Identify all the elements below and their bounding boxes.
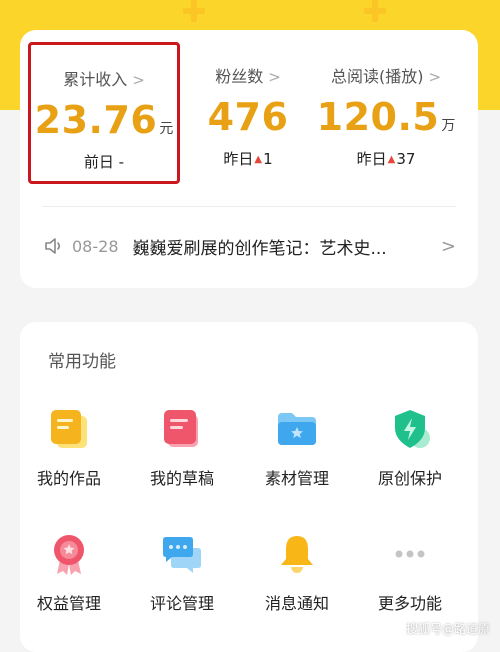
stat-total-reads[interactable]: 总阅读(播放)> 120.5万 昨日▲37 [310,40,462,185]
func-rights[interactable]: 权益管理 [14,532,124,614]
works-icon [47,407,91,451]
func-comments[interactable]: 评论管理 [127,532,237,614]
divider [42,206,456,207]
func-label: 我的作品 [14,465,124,489]
stat-followers[interactable]: 粉丝数 > 476 昨日▲1 [172,40,324,185]
func-my-drafts[interactable]: 我的草稿 [127,407,237,489]
stat-label: 粉丝数 [215,67,263,86]
stat-unit: 万 [441,118,455,134]
func-label: 评论管理 [127,590,237,614]
stat-sub-value: 37 [396,150,415,168]
trend-up-icon: ▲ [388,154,396,165]
folder-icon [275,407,319,451]
decor-plus-icon [183,0,205,22]
stat-sub-label: 前日 - [84,153,124,171]
stat-sub-value: 1 [263,150,273,168]
func-label: 权益管理 [14,590,124,614]
decor-plus-icon [364,0,386,22]
notice-row[interactable]: 08-28 巍巍爱刷展的创作笔记：艺术史... > [42,226,456,266]
shield-icon [388,407,432,451]
func-materials[interactable]: 素材管理 [242,407,352,489]
notice-date: 08-28 [72,237,119,256]
speaker-icon [42,234,66,258]
func-label: 素材管理 [242,465,352,489]
stat-label: 总阅读(播放) [331,67,424,86]
watermark: 搜狐号@路道原 [406,620,490,637]
stat-value: 476 [208,95,289,139]
func-label: 原创保护 [355,465,465,489]
badge-icon [47,532,91,576]
chevron-right-icon: > [428,68,441,86]
func-label: 我的草稿 [127,465,237,489]
drafts-icon [160,407,204,451]
chevron-right-icon: > [268,68,281,86]
func-label: 更多功能 [355,590,465,614]
func-my-works[interactable]: 我的作品 [14,407,124,489]
stat-label: 累计收入 [63,70,127,89]
func-more[interactable]: 更多功能 [355,532,465,614]
stat-sub-label: 昨日 [223,150,253,168]
notice-title: 巍巍爱刷展的创作笔记：艺术史... [133,234,431,259]
stat-value: 120.5 [317,95,440,139]
section-title: 常用功能 [48,347,116,372]
stats-card: 累计收入> 23.76元 前日 - 粉丝数> 476 昨日▲1 总阅读(播放)>… [20,30,478,288]
func-label: 消息通知 [242,590,352,614]
functions-card: 常用功能 我的作品 我的草稿 素材管理 [20,322,478,652]
func-notifications[interactable]: 消息通知 [242,532,352,614]
bell-icon [275,532,319,576]
more-icon [388,532,432,576]
chevron-right-icon: > [132,71,145,89]
stat-total-income[interactable]: 累计收入> 23.76元 前日 - [28,42,180,184]
stat-value: 23.76 [35,98,158,142]
func-original-protection[interactable]: 原创保护 [355,407,465,489]
trend-up-icon: ▲ [254,154,262,165]
stat-sub-label: 昨日 [357,150,387,168]
comment-icon [160,532,204,576]
chevron-right-icon: > [441,236,456,257]
